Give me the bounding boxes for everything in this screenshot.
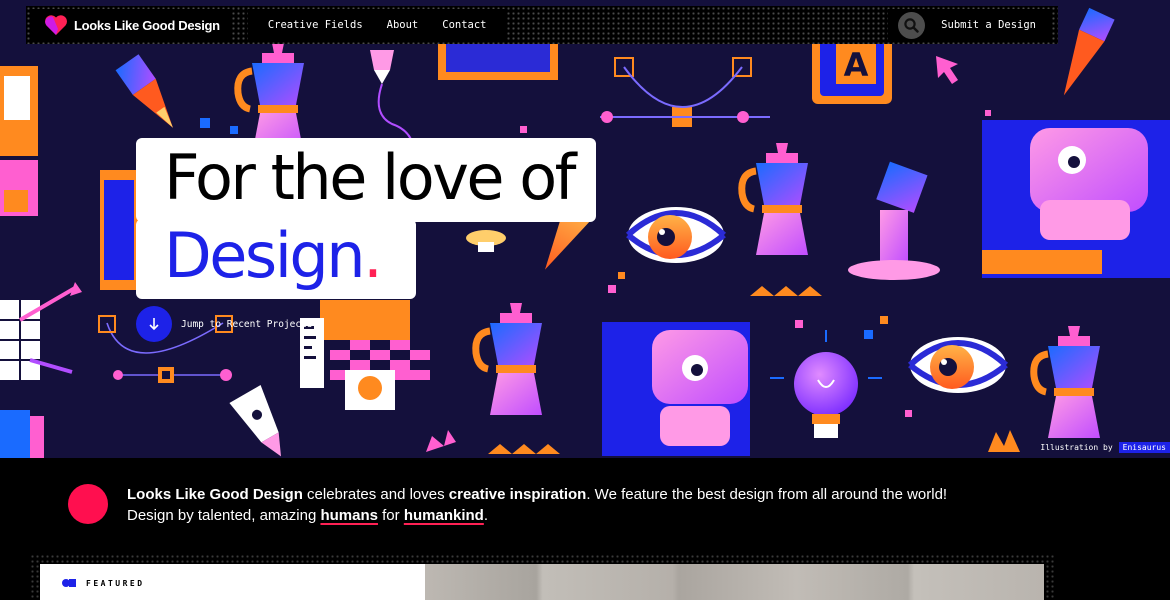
pink-dot-icon (68, 484, 108, 524)
nav-links: Creative Fields About Contact (247, 9, 507, 41)
featured-label: FEATURED (62, 578, 145, 588)
search-button[interactable] (898, 11, 926, 39)
about-emphasis: creative inspiration (448, 486, 587, 503)
search-icon (904, 17, 919, 33)
credit-prefix: Illustration by (1040, 442, 1113, 452)
humankind-link[interactable]: humankind (404, 507, 484, 524)
about-text-5: . (483, 507, 488, 524)
about-text-1: celebrates and loves (302, 486, 449, 503)
nav-actions: Submit a Design (888, 9, 1052, 41)
featured-card[interactable]: FEATURED (40, 564, 425, 600)
nav-link-about[interactable]: About (387, 19, 419, 31)
humans-link[interactable]: humans (320, 507, 378, 524)
credit-artist-link[interactable]: Enisaurus (1118, 441, 1170, 453)
about-text-4: for (377, 507, 404, 524)
logo-heart-icon (45, 15, 67, 36)
featured-image[interactable] (425, 564, 1044, 600)
jump-button[interactable] (136, 306, 172, 342)
featured-icon (62, 579, 76, 587)
featured-label-text: FEATURED (86, 578, 145, 588)
headline-design-word: Design (164, 219, 366, 292)
jump-to-recent-projects[interactable]: Jump to Recent Projects (136, 306, 313, 342)
brand-name: Looks Like Good Design (74, 17, 220, 33)
headline-dot: . (363, 219, 383, 292)
arrow-down-icon (149, 318, 159, 331)
illustration-credit: Illustration by Enisaurus (1040, 440, 1170, 454)
headline-line-2: Design. (136, 219, 416, 299)
letter-tile-a: A (844, 46, 869, 84)
about-section: Looks Like Good Design celebrates and lo… (0, 458, 1170, 600)
brand-link[interactable]: Looks Like Good Design (32, 9, 230, 41)
top-navigation: Looks Like Good Design Creative Fields A… (26, 6, 1058, 44)
jump-label: Jump to Recent Projects (181, 318, 313, 330)
featured-project: FEATURED (30, 554, 1054, 600)
nav-link-contact[interactable]: Contact (442, 19, 486, 31)
headline-line-1: For the love of (136, 138, 597, 222)
hero-headline: For the love of Design. (136, 138, 597, 299)
nav-link-creative-fields[interactable]: Creative Fields (268, 19, 363, 31)
submit-design-link[interactable]: Submit a Design (941, 19, 1036, 31)
about-brand: Looks Like Good Design (127, 486, 303, 503)
about-text: Looks Like Good Design celebrates and lo… (127, 484, 1027, 526)
about-text-2: . We feature the best design from all ar… (586, 486, 948, 503)
hero-section: A Looks Like Good Design Creative Fields… (0, 0, 1170, 458)
about-text-3: Design by talented, amazing (127, 507, 321, 524)
